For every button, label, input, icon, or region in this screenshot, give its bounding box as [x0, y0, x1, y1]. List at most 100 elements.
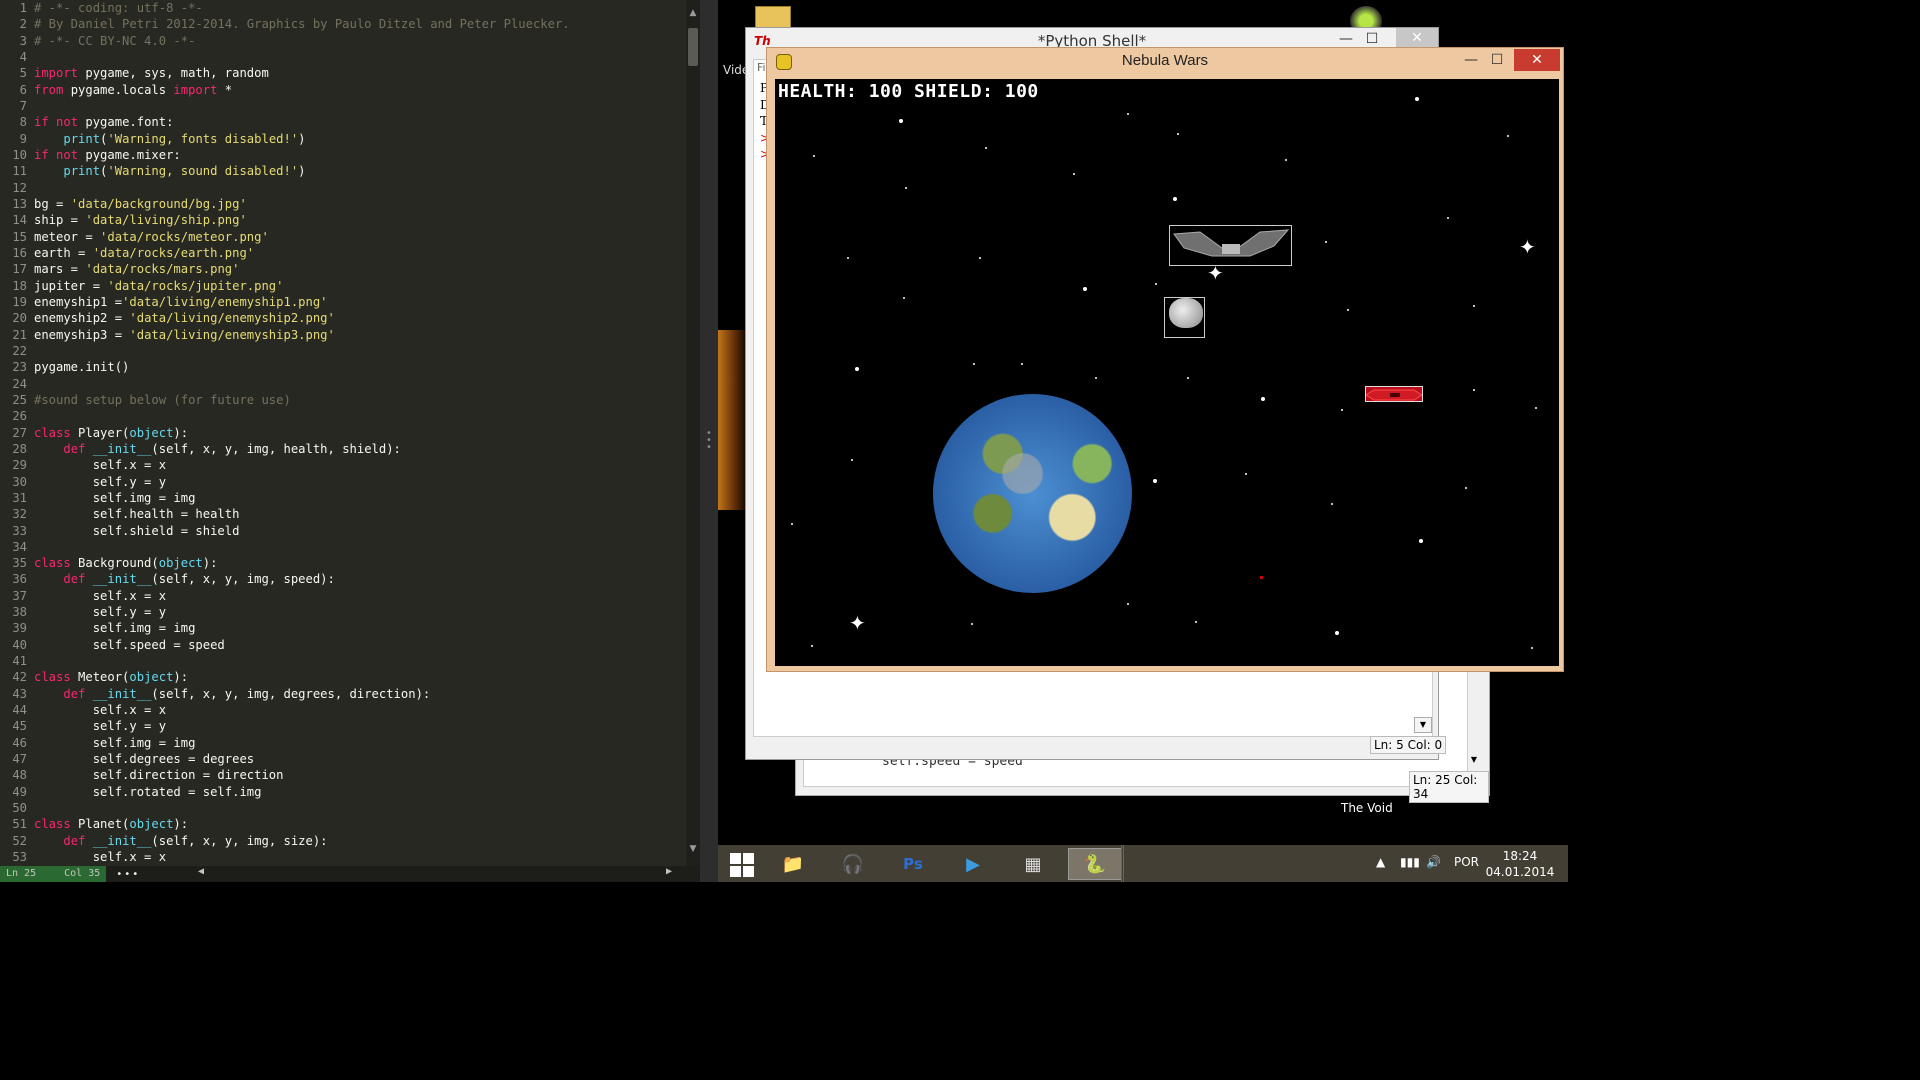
- line-number[interactable]: 2: [0, 16, 34, 32]
- line-number[interactable]: 30: [0, 474, 34, 490]
- code-line[interactable]: 3 # -*- CC BY-NC 4.0 -*-: [0, 33, 686, 49]
- line-number[interactable]: 23: [0, 359, 34, 375]
- line-number[interactable]: 27: [0, 425, 34, 441]
- game-minimize-button[interactable]: —: [1459, 48, 1483, 72]
- code-line[interactable]: 37 self.x = x: [0, 588, 686, 604]
- code-text[interactable]: def __init__(self, x, y, img, health, sh…: [34, 441, 401, 457]
- language-indicator[interactable]: POR: [1454, 855, 1479, 869]
- code-line[interactable]: 25 #sound setup below (for future use): [0, 392, 686, 408]
- system-clock[interactable]: 18:24 04.01.2014: [1484, 848, 1556, 880]
- line-number[interactable]: 3: [0, 33, 34, 49]
- code-line[interactable]: 33 self.shield = shield: [0, 523, 686, 539]
- code-text[interactable]: # -*- coding: utf-8 -*-: [34, 0, 203, 16]
- code-text[interactable]: self.speed = speed: [34, 637, 225, 653]
- code-text[interactable]: # By Daniel Petri 2012-2014. Graphics by…: [34, 16, 570, 32]
- line-number[interactable]: 22: [0, 343, 34, 359]
- scroll-down-arrow-icon[interactable]: ▼: [686, 842, 700, 856]
- code-line[interactable]: 15 meteor = 'data/rocks/meteor.png': [0, 229, 686, 245]
- code-line[interactable]: 31 self.img = img: [0, 490, 686, 506]
- line-number[interactable]: 11: [0, 163, 34, 179]
- code-text[interactable]: enemyship1 ='data/living/enemyship1.png': [34, 294, 328, 310]
- code-line[interactable]: 16 earth = 'data/rocks/earth.png': [0, 245, 686, 261]
- code-line[interactable]: 28 def __init__(self, x, y, img, health,…: [0, 441, 686, 457]
- line-number[interactable]: 6: [0, 82, 34, 98]
- line-number[interactable]: 24: [0, 376, 34, 392]
- line-number[interactable]: 5: [0, 65, 34, 81]
- code-line[interactable]: 42 class Meteor(object):: [0, 669, 686, 685]
- taskbar-python-icon[interactable]: 🐍: [1068, 848, 1122, 880]
- code-text[interactable]: self.degrees = degrees: [34, 751, 254, 767]
- code-line[interactable]: 17 mars = 'data/rocks/mars.png': [0, 261, 686, 277]
- code-line[interactable]: 30 self.y = y: [0, 474, 686, 490]
- code-line[interactable]: 1 # -*- coding: utf-8 -*-: [0, 0, 686, 16]
- game-canvas[interactable]: HEALTH: 100 SHIELD: 100 ✦ ✦ ✦: [775, 79, 1559, 666]
- code-line[interactable]: 8 if not pygame.font:: [0, 114, 686, 130]
- code-text[interactable]: mars = 'data/rocks/mars.png': [34, 261, 239, 277]
- line-number[interactable]: 25: [0, 392, 34, 408]
- code-area[interactable]: 1 # -*- coding: utf-8 -*- 2 # By Daniel Pet…: [0, 0, 686, 866]
- line-number[interactable]: 52: [0, 833, 34, 849]
- line-number[interactable]: 9: [0, 131, 34, 147]
- line-number[interactable]: 39: [0, 620, 34, 636]
- code-line[interactable]: 52 def __init__(self, x, y, img, size):: [0, 833, 686, 849]
- volume-icon[interactable]: 🔊: [1426, 855, 1441, 869]
- code-text[interactable]: self.img = img: [34, 620, 196, 636]
- line-number[interactable]: 45: [0, 718, 34, 734]
- line-number[interactable]: 41: [0, 653, 34, 669]
- code-line[interactable]: 9 print('Warning, fonts disabled!'): [0, 131, 686, 147]
- code-text[interactable]: meteor = 'data/rocks/meteor.png': [34, 229, 269, 245]
- line-number[interactable]: 42: [0, 669, 34, 685]
- code-line[interactable]: 19 enemyship1 ='data/living/enemyship1.pn…: [0, 294, 686, 310]
- code-text[interactable]: #sound setup below (for future use): [34, 392, 291, 408]
- line-number[interactable]: 28: [0, 441, 34, 457]
- code-line[interactable]: 12: [0, 180, 686, 196]
- shell-close-button[interactable]: ✕: [1396, 28, 1438, 48]
- code-text[interactable]: self.direction = direction: [34, 767, 284, 783]
- line-number[interactable]: 48: [0, 767, 34, 783]
- code-text[interactable]: self.x = x: [34, 588, 166, 604]
- network-signal-icon[interactable]: ▮▮▮: [1400, 855, 1420, 869]
- line-number[interactable]: 15: [0, 229, 34, 245]
- game-maximize-button[interactable]: ☐: [1485, 48, 1509, 72]
- code-text[interactable]: self.health = health: [34, 506, 240, 522]
- back-scroll-down-icon[interactable]: ▼: [1468, 755, 1480, 769]
- line-number[interactable]: 19: [0, 294, 34, 310]
- code-line[interactable]: 2 # By Daniel Petri 2012-2014. Graphics b…: [0, 16, 686, 32]
- code-text[interactable]: def __init__(self, x, y, img, size):: [34, 833, 327, 849]
- code-line[interactable]: 13 bg = 'data/background/bg.jpg': [0, 196, 686, 212]
- line-number[interactable]: 50: [0, 800, 34, 816]
- line-number[interactable]: 46: [0, 735, 34, 751]
- code-text[interactable]: from pygame.locals import *: [34, 82, 232, 98]
- line-number[interactable]: 38: [0, 604, 34, 620]
- code-line[interactable]: 7: [0, 98, 686, 114]
- code-text[interactable]: class Player(object):: [34, 425, 188, 441]
- line-number[interactable]: 33: [0, 523, 34, 539]
- code-line[interactable]: 5 import pygame, sys, math, random: [0, 65, 686, 81]
- taskbar-file-explorer-icon[interactable]: 📁: [766, 848, 820, 880]
- code-line[interactable]: 44 self.x = x: [0, 702, 686, 718]
- code-line[interactable]: 53 self.x = x: [0, 849, 686, 865]
- line-number[interactable]: 17: [0, 261, 34, 277]
- code-text[interactable]: # -*- CC BY-NC 4.0 -*-: [34, 33, 195, 49]
- desktop-the-void-label[interactable]: The Void: [1341, 801, 1393, 815]
- taskbar-audio-player-icon[interactable]: 🎧: [826, 848, 880, 880]
- code-line[interactable]: 22: [0, 343, 686, 359]
- nebula-wars-window[interactable]: Nebula Wars — ☐ ✕ HEALTH: 100 SHIELD: 10…: [766, 47, 1564, 672]
- code-line[interactable]: 21 enemyship3 = 'data/living/enemyship3.p…: [0, 327, 686, 343]
- taskbar-app-grid-icon[interactable]: ▦: [1006, 848, 1060, 880]
- line-number[interactable]: 10: [0, 147, 34, 163]
- line-number[interactable]: 44: [0, 702, 34, 718]
- code-text[interactable]: def __init__(self, x, y, img, speed):: [34, 571, 335, 587]
- code-text[interactable]: self.img = img: [34, 490, 196, 506]
- code-line[interactable]: 46 self.img = img: [0, 735, 686, 751]
- scroll-up-arrow-icon[interactable]: ▲: [686, 6, 700, 20]
- line-number[interactable]: 8: [0, 114, 34, 130]
- line-number[interactable]: 43: [0, 686, 34, 702]
- code-text[interactable]: class Background(object):: [34, 555, 217, 571]
- line-number[interactable]: 36: [0, 571, 34, 587]
- line-number[interactable]: 20: [0, 310, 34, 326]
- line-number[interactable]: 51: [0, 816, 34, 832]
- line-number[interactable]: 7: [0, 98, 34, 114]
- code-line[interactable]: 34: [0, 539, 686, 555]
- code-line[interactable]: 4: [0, 49, 686, 65]
